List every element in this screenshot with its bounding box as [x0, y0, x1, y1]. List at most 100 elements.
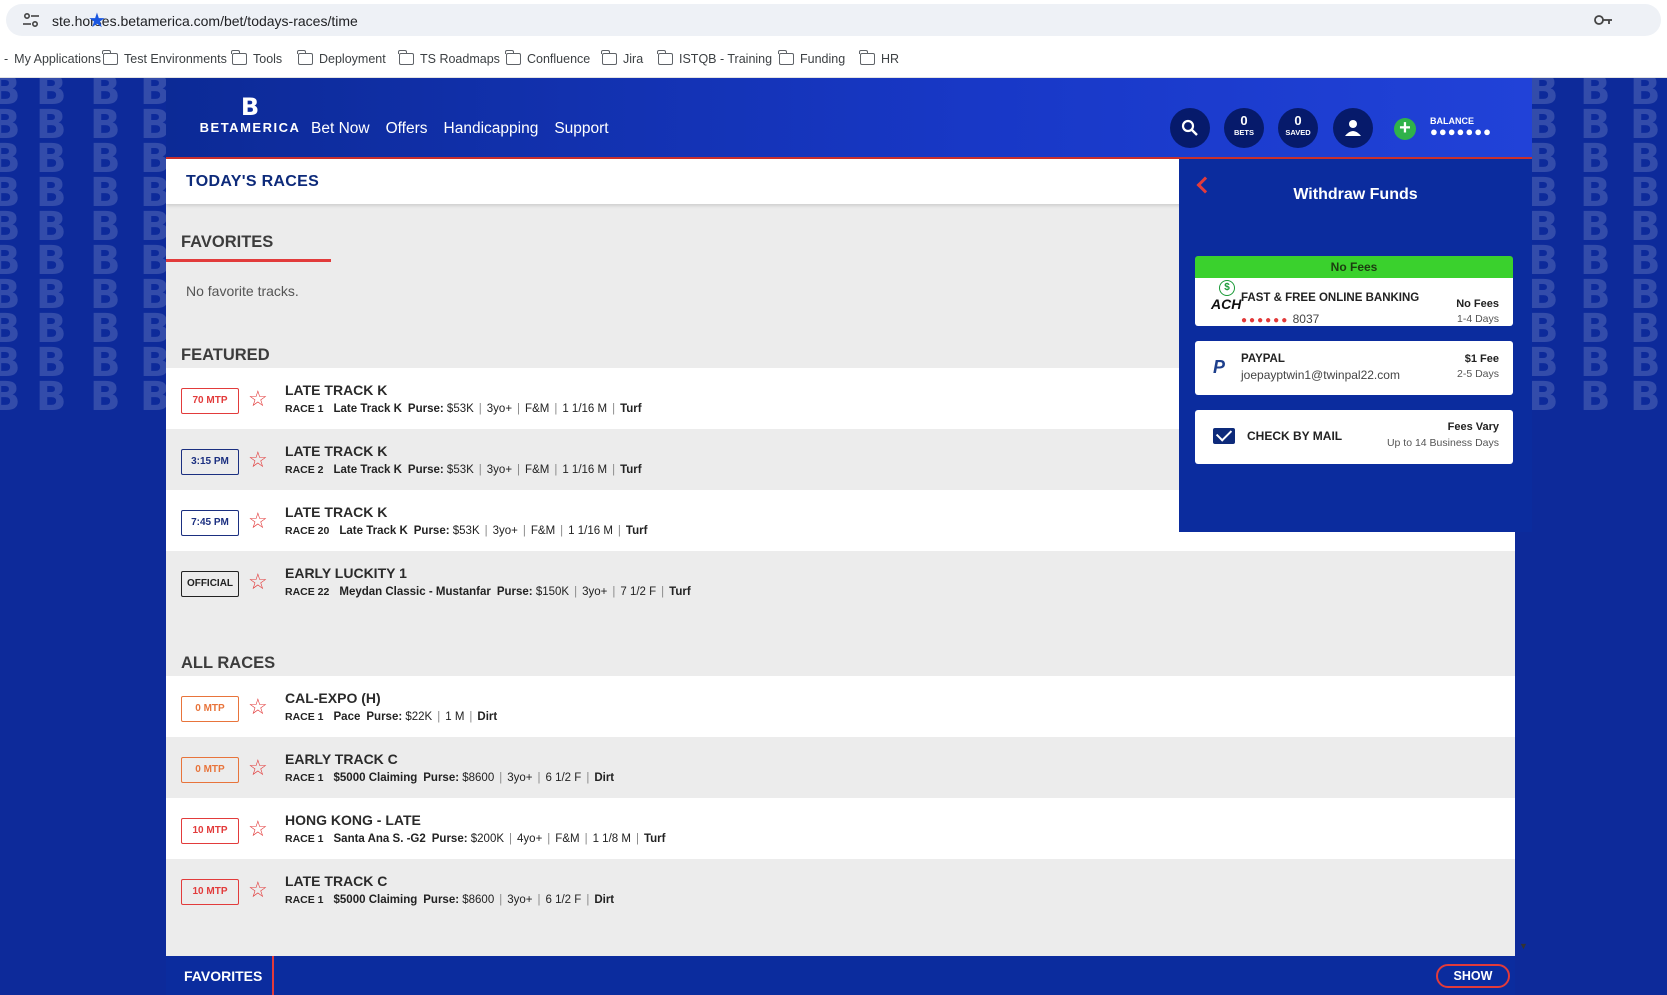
favorite-star-icon[interactable]: ☆: [248, 509, 268, 533]
favorites-tab[interactable]: FAVORITES: [184, 968, 262, 984]
bookmark-star-icon[interactable]: ★: [88, 9, 1647, 33]
race-surface: Dirt: [594, 772, 615, 784]
race-detail: 1 1/16 M: [562, 403, 608, 415]
bookmark-hr[interactable]: HR: [859, 50, 899, 66]
track-name[interactable]: LATE TRACK K: [285, 504, 387, 520]
race-surface: Turf: [625, 525, 648, 537]
race-status-badge: 10 MTP: [181, 818, 239, 844]
check-by-mail-option[interactable]: CHECK BY MAIL Fees Vary Up to 14 Busines…: [1195, 410, 1513, 464]
favorites-section-title: FAVORITES: [181, 233, 274, 251]
page-title: TODAY'S RACES: [186, 173, 320, 190]
race-number: RACE 1: [285, 772, 324, 784]
favorite-star-icon[interactable]: ☆: [248, 387, 268, 411]
betamerica-logo[interactable]: B BETAMERICA: [190, 94, 310, 144]
section-underline: [166, 259, 331, 262]
pattern-glyph: B: [1580, 374, 1610, 420]
race-row[interactable]: 10 MTP ☆ HONG KONG - LATE RACE 1 Santa Ana S…: [166, 798, 1515, 863]
race-status-badge: 7:45 PM: [181, 510, 239, 536]
bookmark-istqb-training[interactable]: ISTQB - Training: [657, 50, 772, 66]
race-row[interactable]: 0 MTP ☆ CAL-EXPO (H) RACE 1 Pace Purse: $22K |…: [166, 676, 1515, 741]
search-button[interactable]: [1170, 108, 1210, 148]
account-button[interactable]: [1333, 108, 1373, 148]
bookmark-jira[interactable]: Jira: [601, 50, 643, 66]
track-name[interactable]: HONG KONG - LATE: [285, 812, 421, 828]
ach-days: 1-4 Days: [1456, 313, 1499, 325]
race-info: RACE 1 Pace Purse: $22K | 1 M | Dirt: [285, 711, 497, 723]
bets-label: BETS: [1233, 128, 1254, 137]
separator: |: [522, 525, 526, 537]
track-name[interactable]: CAL-EXPO (H): [285, 690, 381, 706]
scroll-down-arrow-icon[interactable]: ▼: [1519, 941, 1528, 951]
separator: |: [509, 833, 513, 845]
purse-value: $22K: [405, 711, 433, 723]
separator: |: [586, 894, 590, 906]
bookmark-my-applications[interactable]: - My Applications: [4, 52, 101, 66]
bookmark-ts-roadmaps[interactable]: TS Roadmaps: [398, 50, 500, 66]
separator: |: [612, 464, 616, 476]
bookmark-deployment[interactable]: Deployment: [297, 50, 386, 66]
race-row[interactable]: OFFICIAL ☆ EARLY LUCKITY 1 RACE 22 Meydan Cl…: [166, 551, 1515, 616]
favorite-star-icon[interactable]: ☆: [248, 695, 268, 719]
site-info-icon[interactable]: [22, 12, 40, 28]
race-name: Meydan Classic - Mustanfar: [339, 586, 491, 598]
race-name: Late Track K: [333, 403, 402, 415]
purse-value: $150K: [535, 586, 570, 598]
show-button[interactable]: SHOW: [1436, 964, 1510, 988]
track-name[interactable]: EARLY TRACK C: [285, 751, 398, 767]
race-row[interactable]: 0 MTP ☆ EARLY TRACK C RACE 1 $5000 Claiming P…: [166, 737, 1515, 802]
bookmark-tools[interactable]: Tools: [231, 50, 282, 66]
bottom-divider: [272, 956, 274, 995]
track-name[interactable]: LATE TRACK C: [285, 873, 387, 889]
race-name: Santa Ana S. -G2: [333, 833, 426, 845]
track-name[interactable]: LATE TRACK K: [285, 382, 387, 398]
folder-icon: [778, 50, 794, 65]
paypal-withdraw-option[interactable]: P PAYPAL joepayptwin1@twinpal22.com $1 F…: [1195, 341, 1513, 395]
nav-bet-now[interactable]: Bet Now: [311, 120, 370, 138]
race-detail: F&M: [525, 403, 550, 415]
race-number: RACE 1: [285, 403, 324, 415]
separator: |: [537, 894, 541, 906]
no-favorites-text: No favorite tracks.: [186, 283, 299, 299]
race-name: $5000 Claiming: [333, 772, 418, 784]
saved-button[interactable]: 0 SAVED: [1278, 108, 1318, 148]
favorite-star-icon[interactable]: ☆: [248, 756, 268, 780]
separator: |: [586, 772, 590, 784]
ach-icon: $ ACH: [1211, 280, 1242, 312]
user-icon: [1345, 120, 1361, 136]
all-races-section-title: ALL RACES: [181, 654, 276, 672]
race-detail: 3yo+: [582, 586, 608, 598]
separator: |: [554, 464, 558, 476]
race-row[interactable]: 10 MTP ☆ LATE TRACK C RACE 1 $5000 Claiming P…: [166, 859, 1515, 924]
paypal-icon: P: [1213, 357, 1226, 377]
race-name: Late Track K: [339, 525, 408, 537]
bookmark-funding[interactable]: Funding: [778, 50, 845, 66]
separator: |: [612, 403, 616, 415]
separator: |: [484, 525, 488, 537]
race-number: RACE 1: [285, 894, 324, 906]
mail-fee: Fees Vary: [1447, 421, 1499, 433]
favorite-star-icon[interactable]: ☆: [248, 448, 268, 472]
omnibox[interactable]: ste.horses.betamerica.com/bet/todays-rac…: [6, 4, 1661, 36]
balance-display[interactable]: BALANCE ●●●●●●●: [1430, 116, 1492, 139]
purse-label: Purse:: [496, 586, 533, 598]
race-detail: 6 1/2 F: [545, 894, 582, 906]
separator: |: [554, 403, 558, 415]
bets-button[interactable]: 0 BETS: [1224, 108, 1264, 148]
mail-title: CHECK BY MAIL: [1247, 429, 1343, 443]
paypal-title: PAYPAL: [1241, 353, 1285, 365]
favorite-star-icon[interactable]: ☆: [248, 878, 268, 902]
favorite-star-icon[interactable]: ☆: [248, 570, 268, 594]
folder-icon: [297, 50, 313, 65]
race-status-badge: 70 MTP: [181, 388, 239, 414]
bookmark-confluence[interactable]: Confluence: [505, 50, 590, 66]
nav-handicapping[interactable]: Handicapping: [444, 120, 539, 138]
bookmark-test-environments[interactable]: Test Environments: [102, 50, 227, 66]
purse-label: Purse:: [423, 772, 460, 784]
nav-support[interactable]: Support: [554, 120, 608, 138]
ach-withdraw-option[interactable]: $ ACH FAST & FREE ONLINE BANKING ●●●●●● 8…: [1195, 278, 1513, 326]
track-name[interactable]: EARLY LUCKITY 1: [285, 565, 407, 581]
track-name[interactable]: LATE TRACK K: [285, 443, 387, 459]
favorite-star-icon[interactable]: ☆: [248, 817, 268, 841]
nav-offers[interactable]: Offers: [386, 120, 428, 138]
deposit-plus-icon[interactable]: +: [1394, 118, 1416, 140]
